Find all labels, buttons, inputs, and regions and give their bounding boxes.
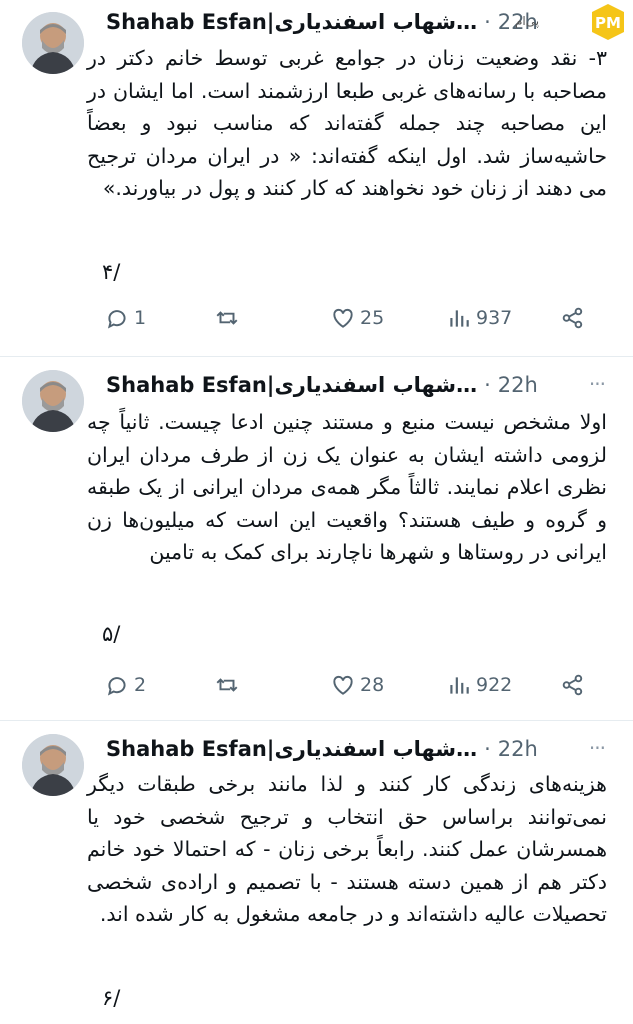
reply-button[interactable]: 2 [104, 672, 146, 698]
tweet-divider [0, 720, 633, 721]
reply-count: 2 [134, 674, 147, 696]
like-count: 25 [360, 307, 385, 329]
share-icon [562, 674, 583, 696]
tweet-text: هزینه‌های زندگی کار کنند و لذا مانند برخ… [87, 772, 607, 926]
avatar[interactable] [22, 12, 84, 74]
retweet-icon [216, 678, 238, 692]
author-name[interactable]: Shahab Esfan|شهاب اسفندیاری… [106, 373, 477, 397]
watermark-logo: PM [592, 4, 624, 40]
author-name[interactable]: Shahab Esfan|شهاب اسفندیاری… [106, 737, 477, 761]
tweet-header: Shahab Esfan|شهاب اسفندیاری… · 22h [106, 370, 569, 400]
more-icon[interactable]: ··· [589, 372, 606, 396]
views-count: 922 [476, 674, 513, 696]
views-button[interactable]: 922 [446, 672, 512, 698]
views-icon [450, 677, 469, 694]
retweet-icon [216, 311, 238, 325]
retweet-button[interactable] [214, 305, 240, 331]
tweet-header: Shahab Esfan|شهاب اسفندیاری… · 22h [106, 7, 569, 37]
author-name[interactable]: Shahab Esfan|شهاب اسفندیاری… [106, 10, 477, 34]
reply-icon [107, 310, 126, 329]
share-icon [562, 307, 583, 329]
tweet-header: Shahab Esfan|شهاب اسفندیاری… · 22h [106, 734, 569, 764]
reply-button[interactable]: 1 [104, 305, 146, 331]
share-button[interactable] [560, 305, 586, 331]
timestamp[interactable]: 22h [498, 737, 538, 761]
like-button[interactable]: 28 [330, 672, 384, 698]
action-bar: 2 28 922 [104, 670, 594, 700]
reply-icon [107, 677, 126, 696]
separator-dot: · [484, 737, 491, 761]
like-button[interactable]: 25 [330, 305, 384, 331]
action-bar: 1 25 937 [104, 303, 594, 333]
tweet-divider [0, 356, 633, 357]
share-button[interactable] [560, 672, 586, 698]
avatar[interactable] [22, 734, 84, 796]
views-count: 937 [476, 307, 513, 329]
views-button[interactable]: 937 [446, 305, 512, 331]
avatar[interactable] [22, 370, 84, 432]
watermark-text: پی‌ام [515, 14, 540, 28]
like-count: 28 [360, 674, 385, 696]
reply-count: 1 [134, 307, 147, 329]
like-icon [333, 308, 353, 328]
like-icon [333, 675, 353, 695]
svg-text:PM: PM [595, 14, 621, 32]
separator-dot: · [484, 373, 491, 397]
retweet-button[interactable] [214, 672, 240, 698]
thread-counter: ۶/ [102, 986, 121, 1010]
tweet-text: ۳- نقد وضعیت زنان در جوامع غربی توسط خان… [87, 46, 607, 200]
thread-counter: ۵/ [102, 622, 121, 646]
tweet-text: اولا مشخص نیست منبع و مستند چنین ادعا چی… [87, 410, 607, 564]
views-icon [450, 310, 469, 327]
separator-dot: · [484, 10, 491, 34]
timestamp[interactable]: 22h [498, 373, 538, 397]
more-icon[interactable]: ··· [589, 736, 606, 760]
thread-counter: ۴/ [102, 260, 121, 284]
